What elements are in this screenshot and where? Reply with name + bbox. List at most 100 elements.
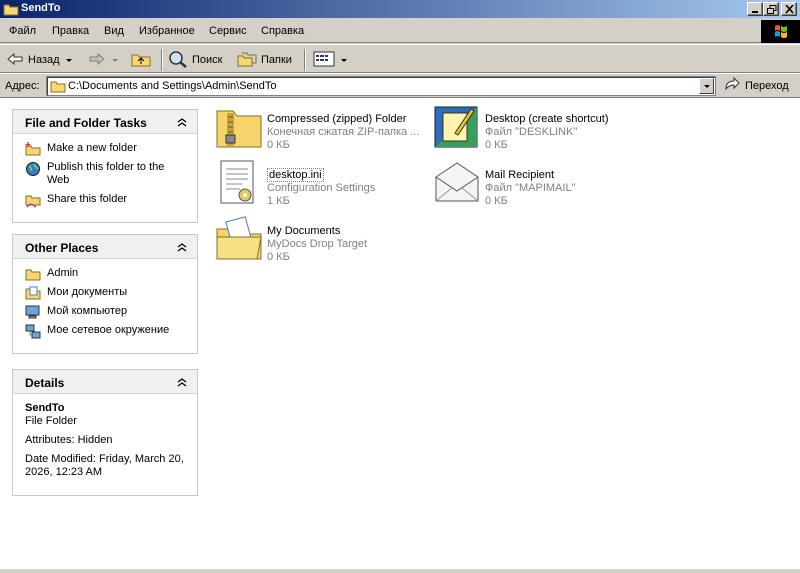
views-button[interactable] — [313, 49, 347, 71]
file-description: Файл "DESKLINK" — [485, 126, 578, 138]
my-documents-folder-icon — [215, 215, 263, 264]
address-value: C:\Documents and Settings\Admin\SendTo — [68, 80, 277, 92]
place-my-computer-link[interactable]: Мой компьютер — [25, 305, 185, 319]
file-description: Файл "MAPIMAIL" — [485, 182, 576, 194]
task-label: Publish this folder to the Web — [47, 161, 165, 186]
other-places-panel: Other Places Admin Мои документы Мой ком… — [12, 234, 198, 354]
task-label: Make a new folder — [47, 142, 137, 154]
file-item[interactable]: desktop.ini Configuration Settings 1 КБ — [215, 159, 425, 211]
menu-tools[interactable]: Сервис — [209, 25, 247, 37]
file-size: 0 КБ — [485, 139, 508, 151]
collapse-icon[interactable] — [176, 116, 188, 128]
views-dropdown-icon[interactable] — [341, 58, 347, 62]
address-dropdown-button[interactable] — [699, 78, 714, 94]
file-size: 0 КБ — [267, 251, 290, 263]
place-network-link[interactable]: Мое сетевое окружение — [25, 324, 185, 339]
go-arrow-icon — [724, 76, 740, 94]
search-label: Поиск — [192, 54, 223, 66]
publish-to-web-link[interactable]: Publish this folder to the Web — [25, 161, 185, 187]
close-button[interactable] — [781, 2, 797, 16]
forward-button[interactable] — [88, 49, 118, 71]
file-name: desktop.ini — [267, 168, 324, 182]
collapse-icon[interactable] — [176, 376, 188, 388]
folder-icon — [3, 2, 19, 19]
minimize-button[interactable] — [747, 2, 763, 16]
tasks-panel-header[interactable]: File and Folder Tasks — [13, 110, 197, 134]
up-folder-icon — [131, 51, 151, 70]
chevron-down-icon — [704, 85, 710, 88]
details-type: File Folder — [25, 415, 77, 427]
desktop-shortcut-icon — [433, 103, 481, 152]
place-label: Мой компьютер — [47, 305, 128, 317]
folders-label: Папки — [261, 54, 292, 66]
details-name: SendTo — [25, 402, 65, 414]
address-input[interactable]: C:\Documents and Settings\Admin\SendTo — [46, 76, 716, 96]
folder-view[interactable]: File and Folder Tasks Make a new folder … — [0, 97, 800, 573]
my-documents-icon — [25, 286, 41, 304]
make-new-folder-link[interactable]: Make a new folder — [25, 142, 185, 156]
other-places-panel-title: Other Places — [25, 241, 99, 255]
share-folder-link[interactable]: Share this folder — [25, 193, 185, 208]
title-bar[interactable]: SendTo — [0, 0, 800, 18]
details-panel-header[interactable]: Details — [13, 370, 197, 394]
back-label: Назад — [28, 54, 60, 66]
folders-icon — [237, 51, 257, 70]
search-icon — [168, 50, 188, 71]
tasks-panel: File and Folder Tasks Make a new folder … — [12, 109, 198, 223]
details-modified: Date Modified: Friday, March 20, 2026, 1… — [25, 453, 184, 478]
settings-file-icon — [215, 159, 263, 210]
file-description: Configuration Settings — [267, 182, 376, 194]
back-button[interactable]: Назад — [6, 49, 72, 71]
menu-view[interactable]: Вид — [104, 25, 124, 37]
forward-dropdown-icon[interactable] — [112, 58, 118, 62]
windows-logo-icon — [761, 20, 800, 43]
envelope-icon — [433, 159, 481, 208]
globe-icon — [25, 161, 41, 181]
menu-bar: Файл Правка Вид Избранное Сервис Справка — [0, 20, 800, 43]
file-name: Desktop (create shortcut) — [485, 113, 609, 125]
network-icon — [25, 324, 41, 344]
other-places-panel-header[interactable]: Other Places — [13, 235, 197, 259]
place-my-documents-link[interactable]: Мои документы — [25, 286, 185, 300]
computer-icon — [25, 305, 41, 324]
file-name: My Documents — [267, 225, 341, 237]
file-description: Конечная сжатая ZIP-папка ... — [267, 126, 420, 138]
status-strip — [0, 568, 800, 573]
details-panel-title: Details — [25, 376, 65, 390]
menu-file[interactable]: Файл — [9, 25, 36, 37]
menu-edit[interactable]: Правка — [52, 25, 89, 37]
go-button[interactable]: Переход — [724, 76, 789, 94]
task-label: Share this folder — [47, 193, 128, 205]
menu-favorites[interactable]: Избранное — [139, 25, 195, 37]
file-item[interactable]: Mail Recipient Файл "MAPIMAIL" 0 КБ — [433, 159, 643, 211]
file-name: Compressed (zipped) Folder — [267, 113, 407, 125]
details-attributes: Attributes: Hidden — [25, 434, 113, 446]
go-label: Переход — [745, 79, 789, 92]
folders-button[interactable]: Папки — [237, 49, 292, 71]
forward-arrow-icon — [88, 51, 106, 70]
new-folder-icon — [25, 142, 41, 160]
window-title: SendTo — [21, 2, 61, 14]
tasks-panel-title: File and Folder Tasks — [25, 116, 147, 130]
up-folder-button[interactable] — [131, 49, 151, 71]
share-folder-icon — [25, 193, 41, 213]
menu-help[interactable]: Справка — [261, 25, 304, 37]
toolbar: Назад Поиск Папки — [0, 44, 800, 73]
file-item[interactable]: Desktop (create shortcut) Файл "DESKLINK… — [433, 103, 643, 155]
file-name: Mail Recipient — [485, 169, 555, 181]
place-label: Admin — [47, 267, 79, 279]
address-label: Адрес: — [5, 80, 40, 92]
place-label: Мои документы — [47, 286, 128, 298]
search-button[interactable]: Поиск — [168, 49, 222, 71]
zip-folder-icon — [215, 103, 263, 152]
file-size: 0 КБ — [485, 195, 508, 207]
file-size: 1 КБ — [267, 195, 290, 207]
folder-icon — [25, 267, 41, 285]
place-admin-link[interactable]: Admin — [25, 267, 185, 281]
file-item[interactable]: My Documents MyDocs Drop Target 0 КБ — [215, 215, 425, 267]
back-arrow-icon — [6, 51, 24, 70]
collapse-icon[interactable] — [176, 241, 188, 253]
file-item[interactable]: Compressed (zipped) Folder Конечная сжат… — [215, 103, 425, 155]
restore-button[interactable] — [763, 2, 779, 16]
back-dropdown-icon[interactable] — [65, 58, 72, 62]
